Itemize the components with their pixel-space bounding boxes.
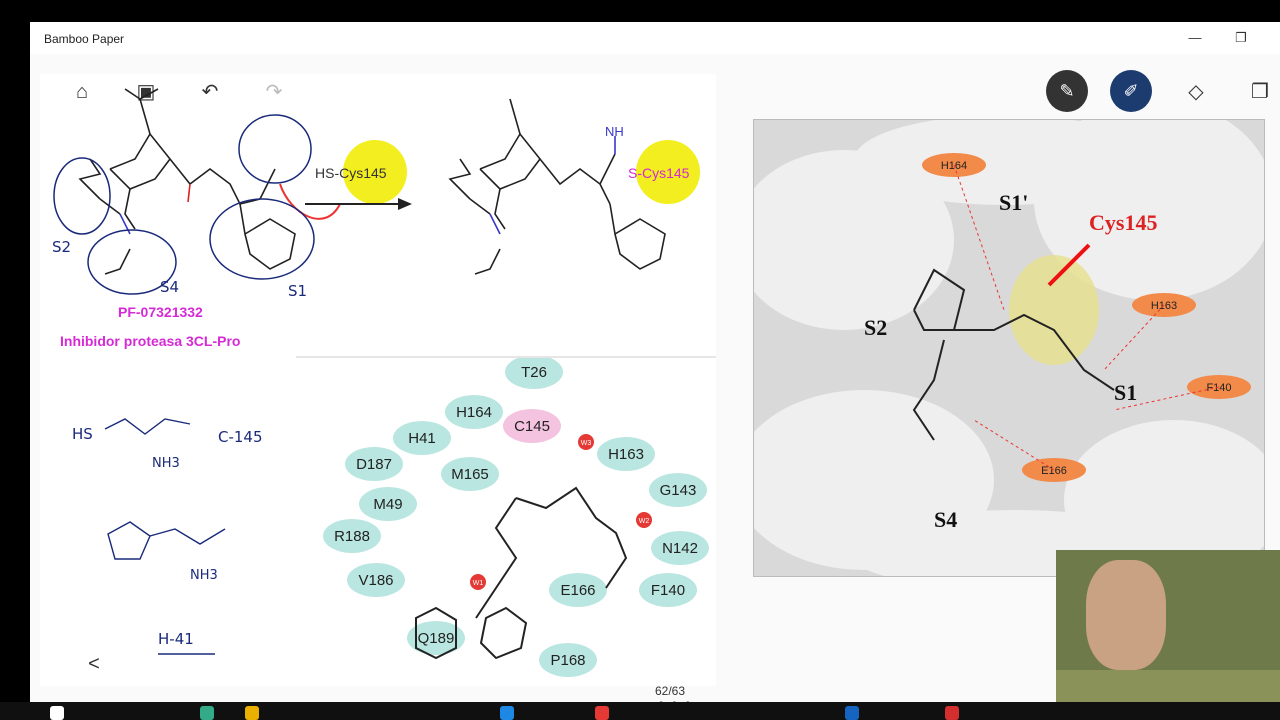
webcam-overlay [1056, 550, 1280, 702]
chrome-icon[interactable] [595, 706, 609, 720]
start-icon[interactable] [50, 706, 64, 720]
pocket-label: Cys145 [1089, 210, 1157, 235]
adduct-structure [448, 98, 666, 275]
annotation-s2: S2 [52, 238, 71, 256]
pen-icon: ✎ [1059, 80, 1075, 101]
presenter-shirt [1056, 670, 1280, 702]
bamboo-icon[interactable] [845, 706, 859, 720]
residue-label: F140 [651, 582, 685, 599]
restore-button[interactable]: ❐ [1226, 28, 1256, 48]
pen-tool-button[interactable]: ✎ [1046, 70, 1088, 112]
residue-label: H41 [408, 430, 436, 447]
residue-pill-label: H163 [1151, 300, 1177, 312]
note-nh3-b: NH3 [190, 568, 218, 583]
attack-arrow [279, 183, 341, 220]
pocket-label: S2 [864, 315, 887, 340]
note-c145: C-145 [218, 428, 263, 446]
residue-label: H164 [456, 404, 492, 421]
residue-label: G143 [660, 482, 697, 499]
residue-label: E166 [560, 582, 595, 599]
pocket-label: S4 [934, 507, 957, 532]
presenter-face [1086, 560, 1166, 670]
residue-label: T26 [521, 364, 547, 381]
marker-tool-button[interactable]: ✐ [1110, 70, 1152, 112]
prev-page-button[interactable]: < [82, 652, 106, 676]
hbond-line [1103, 304, 1165, 371]
protein-surface-image: S1' Cys145 S2 S1 S4 H164 H163 F140 E166 [753, 119, 1265, 577]
residue-pill-label: F140 [1206, 382, 1231, 394]
residue-label: M49 [373, 496, 402, 513]
taskbar [0, 702, 1280, 720]
minimize-button[interactable]: — [1180, 28, 1210, 48]
app-icon-3[interactable] [945, 706, 959, 720]
product-cys-text: S-Cys145 [628, 165, 690, 181]
annotation-s1: S1 [288, 282, 307, 300]
residue-label: D187 [356, 456, 392, 473]
brush-icon: ✐ [1123, 80, 1139, 101]
interaction-map: T26 H164 C145 H41 H163 D187 M165 G143 M49 N142 R18… [323, 358, 709, 677]
residue-label: P168 [550, 652, 585, 669]
note-h41: H-41 [158, 630, 194, 648]
pocket-label: S1' [999, 190, 1028, 215]
note-hs: HS [72, 425, 93, 443]
residue-label: C145 [514, 418, 550, 435]
residue-label: M165 [451, 466, 489, 483]
reagent-text: HS-Cys145 [315, 165, 387, 181]
title-bar: Bamboo Paper — ❐ [30, 22, 1280, 54]
slide-left-area: ⌂ ▣ ↶ ↷ HS-Cys145 S-Cys145 NH S2 S4 S1 H… [40, 74, 716, 686]
residue-label: N142 [662, 540, 698, 557]
compound-name: PF-07321332 [118, 304, 203, 320]
water-label: W1 [473, 580, 484, 587]
protein-surface: S1'Cys145S2S1S4H164H163F140E166 [754, 120, 1264, 576]
imine-text: NH [605, 124, 624, 139]
cys-pocket [1009, 255, 1099, 365]
handwritten-annotations: S2 S4 S1 [52, 114, 315, 300]
pocket-label: S1 [1114, 380, 1137, 405]
water-label: W3 [581, 440, 592, 447]
folder-icon[interactable] [245, 706, 259, 720]
residue-label: Q189 [418, 630, 455, 647]
compound-subtitle: Inhibidor proteasa 3CL-Pro [60, 333, 241, 349]
eraser-icon[interactable]: ◇ [1184, 80, 1208, 104]
water-label: W2 [639, 518, 650, 525]
residue-label: R188 [334, 528, 370, 545]
annotation-s4: S4 [160, 278, 179, 296]
app-icon-2[interactable] [500, 706, 514, 720]
app-title: Bamboo Paper [44, 32, 125, 46]
residue-label: V186 [358, 572, 393, 589]
copy-icon[interactable]: ❐ [1248, 80, 1272, 104]
residue-label: H163 [608, 446, 644, 463]
handwritten-notes: HS NH3 C-145 NH3 H-41 [72, 418, 263, 655]
residue-pill-label: E166 [1041, 465, 1067, 477]
note-nh3-a: NH3 [152, 456, 180, 471]
app-icon-1[interactable] [200, 706, 214, 720]
